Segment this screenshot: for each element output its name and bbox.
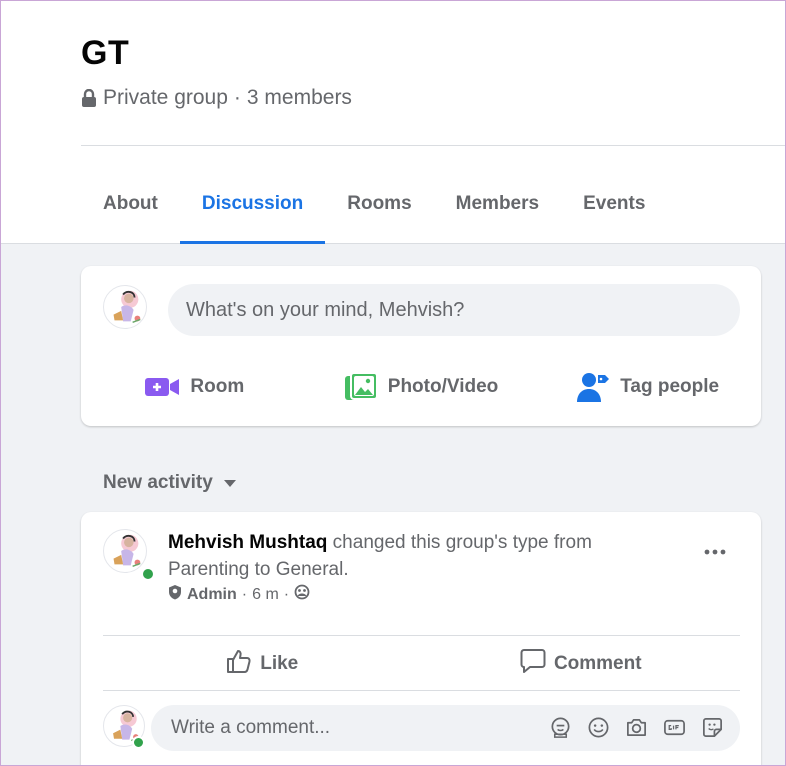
tag-people-icon bbox=[576, 371, 610, 403]
group-privacy: Private group bbox=[103, 86, 228, 109]
camera-icon[interactable] bbox=[625, 716, 648, 739]
meta-separator: · bbox=[283, 585, 290, 603]
post-meta: Admin · 6 m · bbox=[168, 584, 310, 605]
group-header: GT Private group · 3 members About Discu… bbox=[0, 0, 786, 244]
like-label: Like bbox=[260, 653, 299, 674]
comment-tools bbox=[549, 716, 724, 739]
photo-icon bbox=[344, 372, 378, 402]
tab-about[interactable]: About bbox=[81, 166, 180, 244]
comment-label: Comment bbox=[553, 653, 642, 674]
post-divider bbox=[103, 635, 740, 636]
avatar[interactable] bbox=[103, 285, 147, 329]
online-status-dot bbox=[132, 736, 145, 749]
room-label: Room bbox=[190, 376, 245, 397]
activity-filter-label: New activity bbox=[103, 472, 213, 493]
post-time[interactable]: 6 m bbox=[252, 586, 279, 604]
room-button[interactable]: Room bbox=[81, 362, 308, 412]
comment-input[interactable]: Write a comment... bbox=[151, 705, 740, 751]
meta-separator: · bbox=[241, 585, 248, 603]
composer-input[interactable]: What's on your mind, Mehvish? bbox=[168, 284, 740, 336]
photo-video-button[interactable]: Photo/Video bbox=[308, 362, 535, 412]
tab-discussion[interactable]: Discussion bbox=[179, 166, 326, 244]
sticker-icon[interactable] bbox=[701, 716, 724, 739]
speech-bubble-icon bbox=[520, 648, 546, 680]
activity-post: Mehvish Mushtaq changed this group's typ… bbox=[81, 512, 761, 766]
post-actions: Like Comment bbox=[103, 640, 740, 688]
post-author-name[interactable]: Mehvish Mushtaq bbox=[168, 532, 327, 553]
group-subtitle: Private group · 3 members bbox=[81, 86, 352, 110]
tag-people-label: Tag people bbox=[620, 376, 720, 397]
photo-video-label: Photo/Video bbox=[387, 376, 499, 397]
header-divider bbox=[81, 145, 786, 146]
post-composer: What's on your mind, Mehvish? Room Photo… bbox=[81, 266, 761, 426]
tag-people-button[interactable]: Tag people bbox=[534, 362, 761, 412]
group-title: GT bbox=[81, 34, 130, 72]
like-button[interactable]: Like bbox=[103, 640, 422, 688]
group-member-count[interactable]: 3 members bbox=[247, 86, 352, 110]
video-camera-icon bbox=[144, 375, 180, 399]
admin-badge-icon bbox=[168, 584, 182, 605]
comment-button[interactable]: Comment bbox=[422, 640, 741, 688]
composer-actions: Room Photo/Video Tag people bbox=[81, 362, 761, 412]
gif-icon[interactable] bbox=[663, 716, 686, 739]
comment-placeholder: Write a comment... bbox=[171, 717, 331, 738]
activity-filter-dropdown[interactable]: New activity bbox=[103, 472, 237, 494]
tab-rooms[interactable]: Rooms bbox=[325, 166, 433, 244]
emoji-icon[interactable] bbox=[587, 716, 610, 739]
online-status-dot bbox=[141, 567, 155, 581]
lock-icon bbox=[81, 88, 97, 107]
subtitle-separator: · bbox=[233, 86, 241, 109]
post-text: Mehvish Mushtaq changed this group's typ… bbox=[168, 529, 638, 583]
audience-group-icon bbox=[294, 584, 310, 605]
post-author-avatar[interactable] bbox=[103, 529, 147, 573]
group-tabs: About Discussion Rooms Members Events bbox=[81, 166, 667, 244]
avatar-sticker-icon[interactable] bbox=[549, 716, 572, 739]
tab-members[interactable]: Members bbox=[434, 166, 561, 244]
post-divider-bottom bbox=[103, 690, 740, 691]
post-role: Admin bbox=[187, 585, 237, 603]
caret-down-icon bbox=[223, 472, 237, 494]
tab-events[interactable]: Events bbox=[561, 166, 667, 244]
more-options-icon[interactable] bbox=[701, 542, 731, 562]
thumbs-up-icon bbox=[226, 648, 252, 680]
